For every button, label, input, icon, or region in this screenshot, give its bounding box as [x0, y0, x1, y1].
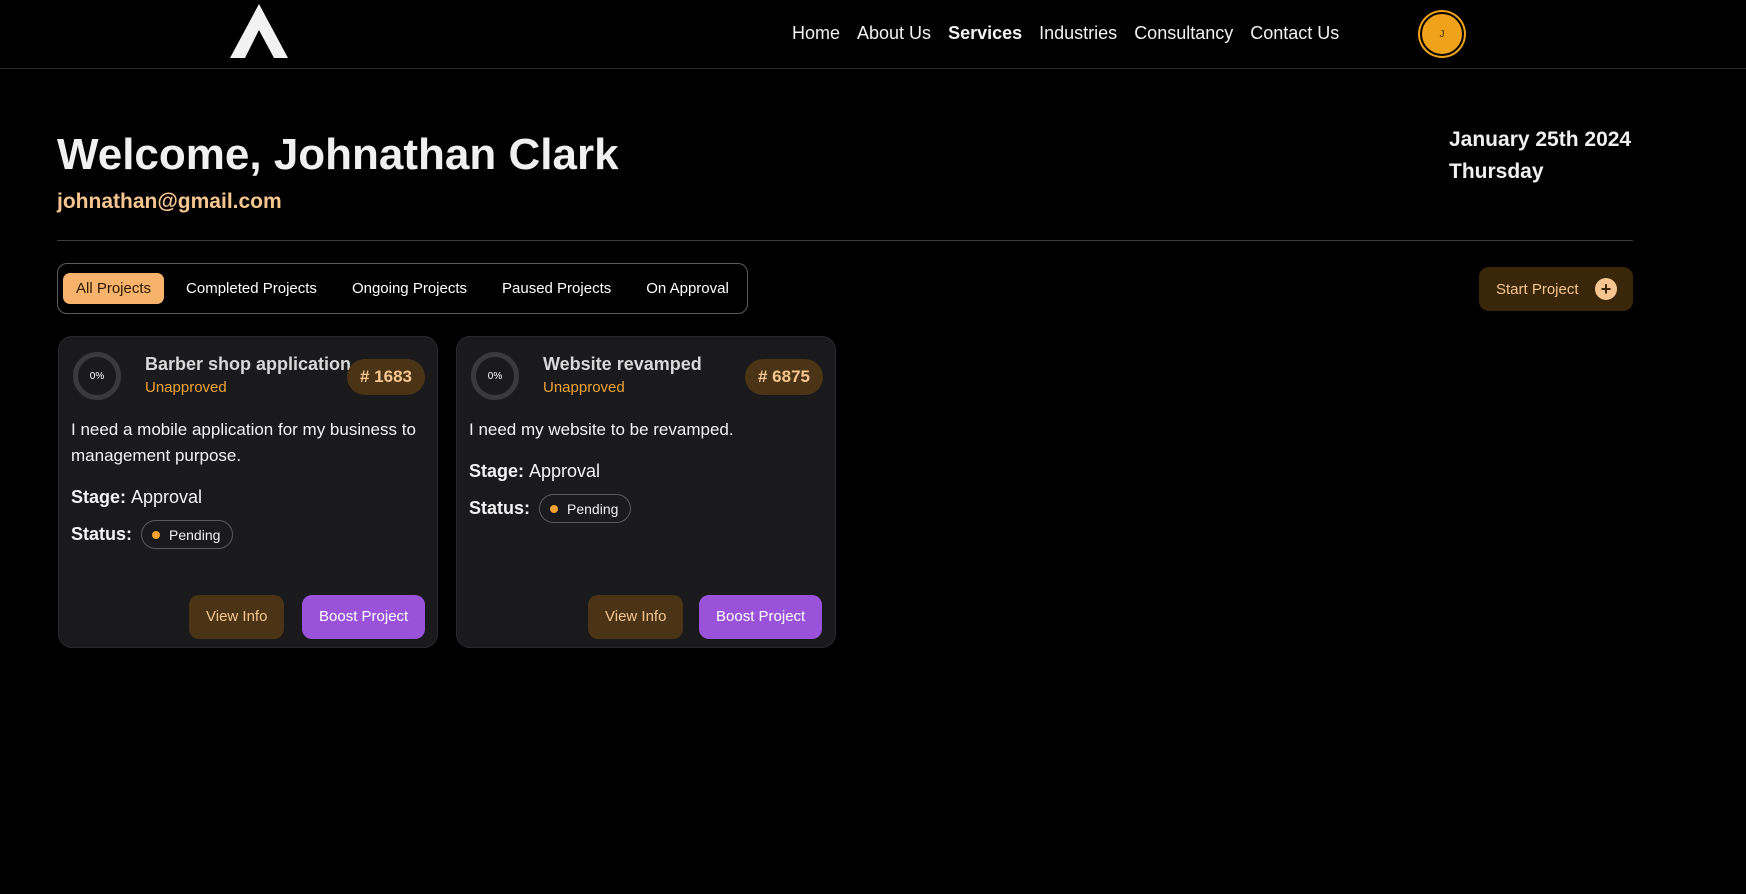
plus-icon: + — [1595, 278, 1617, 300]
tab-paused-projects[interactable]: Paused Projects — [489, 273, 624, 304]
main-nav: Home About Us Services Industries Consul… — [792, 20, 1356, 46]
status-row: Status: Pending — [469, 494, 632, 523]
stage-value: Approval — [131, 487, 203, 507]
project-description: I need my website to be revamped. — [469, 420, 734, 439]
stage-label: Stage: — [469, 461, 525, 481]
progress-ring: 0% — [73, 352, 121, 400]
status-label: Status: — [71, 524, 133, 544]
section-divider — [57, 240, 1633, 241]
nav-contact-us[interactable]: Contact Us — [1250, 20, 1339, 46]
page-title: Welcome, Johnathan Clark — [57, 130, 619, 179]
start-project-label: Start Project — [1496, 280, 1579, 298]
stage-value: Approval — [529, 461, 601, 481]
status-pill: Pending — [539, 494, 632, 523]
progress-ring: 0% — [471, 352, 519, 400]
project-filter-tabs: All Projects Completed Projects Ongoing … — [57, 263, 748, 314]
tab-all-projects[interactable]: All Projects — [63, 273, 165, 304]
status-label: Status: — [469, 498, 531, 518]
approval-status: Unapproved — [145, 379, 227, 396]
project-card: 0% Barber shop application Unapproved # … — [58, 336, 438, 648]
project-title: Barber shop application — [145, 354, 352, 374]
status-dot-icon — [550, 504, 559, 513]
status-row: Status: Pending — [71, 520, 234, 549]
project-title: Website revamped — [543, 354, 702, 374]
stage-row: Stage: Approval — [71, 487, 202, 508]
nav-consultancy[interactable]: Consultancy — [1134, 20, 1233, 46]
stage-label: Stage: — [71, 487, 127, 507]
project-id-badge: # 6875 — [745, 359, 823, 395]
view-info-button[interactable]: View Info — [189, 595, 285, 639]
tab-on-approval[interactable]: On Approval — [633, 273, 742, 304]
brand-logo-icon[interactable] — [230, 4, 288, 58]
progress-value: 0% — [487, 370, 503, 382]
status-value: Pending — [567, 500, 619, 517]
status-dot-icon — [152, 530, 161, 539]
boost-project-button[interactable]: Boost Project — [699, 595, 823, 639]
avatar-initial: J — [1439, 28, 1445, 40]
user-email: johnathan@gmail.com — [57, 190, 282, 213]
top-navbar: Home About Us Services Industries Consul… — [0, 0, 1746, 69]
nav-home[interactable]: Home — [792, 20, 840, 46]
stage-row: Stage: Approval — [469, 461, 600, 482]
current-date-block: January 25th 2024 Thursday — [1449, 124, 1631, 188]
start-project-button[interactable]: Start Project + — [1479, 267, 1633, 311]
project-card: 0% Website revamped Unapproved # 6875 I … — [456, 336, 836, 648]
approval-status: Unapproved — [543, 379, 625, 396]
nav-services[interactable]: Services — [948, 20, 1022, 46]
nav-industries[interactable]: Industries — [1039, 20, 1117, 46]
project-description: I need a mobile application for my busin… — [71, 420, 416, 465]
status-value: Pending — [169, 526, 221, 543]
status-pill: Pending — [141, 520, 234, 549]
tab-completed-projects[interactable]: Completed Projects — [173, 273, 330, 304]
progress-value: 0% — [89, 370, 105, 382]
current-weekday: Thursday — [1449, 160, 1544, 183]
project-id-badge: # 1683 — [347, 359, 425, 395]
current-date: January 25th 2024 — [1449, 128, 1632, 151]
user-avatar[interactable]: J — [1420, 12, 1464, 56]
tab-ongoing-projects[interactable]: Ongoing Projects — [339, 273, 480, 304]
nav-about-us[interactable]: About Us — [857, 20, 931, 46]
boost-project-button[interactable]: Boost Project — [302, 595, 426, 639]
view-info-button[interactable]: View Info — [588, 595, 684, 639]
